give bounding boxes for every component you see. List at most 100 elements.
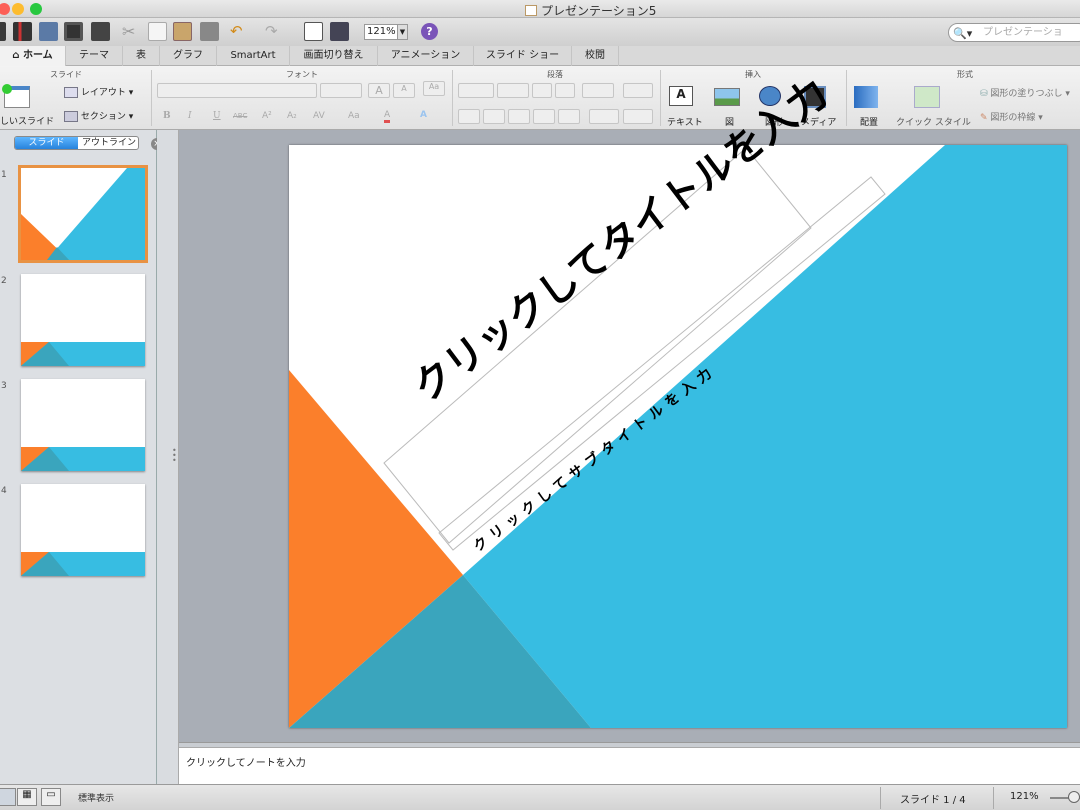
bullets-button[interactable] (458, 83, 494, 98)
tab-animations[interactable]: アニメーション (378, 46, 474, 66)
font-size-select[interactable] (320, 83, 362, 98)
text-box-icon: A (669, 86, 693, 106)
character-spacing-button[interactable]: AV (313, 111, 325, 121)
slide-background-shapes (289, 145, 1067, 728)
pen-icon: ✎ (980, 113, 988, 123)
media-browser-icon[interactable] (330, 22, 349, 41)
slides-pane: スライド アウトライン 1 2 3 4 (0, 130, 157, 784)
tab-review[interactable]: 校閲 (572, 46, 619, 66)
paste-icon[interactable] (173, 22, 192, 41)
gallery-icon[interactable] (13, 22, 32, 41)
format-painter-icon[interactable] (200, 22, 219, 41)
tab-table[interactable]: 表 (123, 46, 160, 66)
line-spacing-button[interactable] (582, 83, 614, 98)
clear-format-button[interactable]: Aa (423, 81, 445, 96)
justify-button[interactable] (533, 109, 555, 124)
decrease-indent-button[interactable] (532, 83, 552, 98)
cut-icon[interactable]: ✂ (122, 22, 141, 41)
increase-indent-button[interactable] (555, 83, 575, 98)
picture-icon (714, 88, 740, 106)
pane-tabs: スライド アウトライン (14, 136, 139, 150)
outline-label: 図形の枠線 (990, 113, 1036, 123)
layout-label: レイアウト (80, 88, 126, 98)
align-center-button[interactable] (483, 109, 505, 124)
tab-chart[interactable]: グラフ (160, 46, 217, 66)
tab-slideshow[interactable]: スライド ショー (474, 46, 572, 66)
copy-icon[interactable] (148, 22, 167, 41)
slide-editor[interactable] (289, 145, 1067, 728)
superscript-button[interactable]: A² (262, 111, 272, 121)
help-icon[interactable]: ? (421, 23, 438, 40)
minimize-window-button[interactable] (12, 3, 24, 15)
tab-outline[interactable]: アウトライン (78, 137, 138, 149)
new-document-icon[interactable] (0, 22, 6, 41)
insert-text-button[interactable]: A テキスト (667, 84, 707, 128)
quick-style-button[interactable]: クイック スタイル (896, 84, 974, 128)
subscript-button[interactable]: A₂ (287, 111, 297, 121)
font-name-select[interactable] (157, 83, 317, 98)
align-left-button[interactable] (458, 109, 480, 124)
print-icon[interactable] (91, 22, 110, 41)
thumbnail-graphic (21, 342, 145, 366)
section-icon (64, 111, 78, 122)
thumbnail-graphic (21, 447, 145, 471)
slide-sorter-view-button[interactable]: ▦ (17, 788, 37, 806)
undo-icon[interactable]: ↶ (230, 22, 249, 41)
ribbon: スライド フォント 段落 挿入 形式 しいスライド レイアウト ▾ セクション … (0, 66, 1080, 130)
layout-button[interactable]: レイアウト ▾ (64, 85, 133, 98)
underline-button[interactable]: U (213, 111, 221, 121)
tab-slides[interactable]: スライド (15, 137, 78, 149)
align-text-button[interactable] (623, 109, 653, 124)
slide-thumbnail[interactable] (21, 379, 145, 471)
toolbox-icon[interactable] (304, 22, 323, 41)
shrink-font-button[interactable]: A (393, 83, 415, 98)
align-right-button[interactable] (508, 109, 530, 124)
distribute-button[interactable] (558, 109, 580, 124)
zoom-slider-thumb[interactable] (1068, 791, 1080, 803)
tab-home[interactable]: ⌂ ホーム (0, 46, 66, 66)
redo-icon[interactable]: ↷ (265, 22, 284, 41)
search-input[interactable]: 🔍▾ プレゼンテーショ (948, 23, 1080, 42)
save-icon[interactable] (64, 22, 83, 41)
close-window-button[interactable] (0, 3, 10, 15)
slide-thumbnail[interactable] (18, 165, 148, 263)
bold-button[interactable]: B (163, 111, 171, 121)
drag-handle-icon: • • • (172, 446, 177, 465)
columns-button[interactable] (623, 83, 653, 98)
section-button[interactable]: セクション ▾ (64, 109, 133, 122)
text-effects-button[interactable]: A (420, 110, 427, 120)
change-case-button[interactable]: Aa (348, 111, 360, 121)
quick-style-label: クイック スタイル (896, 118, 971, 128)
arrange-button[interactable]: 配置 (852, 84, 892, 128)
zoom-select[interactable]: 121% ▼ (364, 24, 408, 40)
new-slide-label: しいスライド (0, 117, 55, 127)
slide-thumbnail[interactable] (21, 274, 145, 366)
slide-number: 2 (1, 276, 7, 286)
grow-font-button[interactable]: A (368, 83, 390, 98)
text-direction-button[interactable] (589, 109, 619, 124)
tab-transitions[interactable]: 画面切り替え (290, 46, 378, 66)
window-title-text: プレゼンテーション5 (541, 4, 657, 18)
zoom-value: 121% (367, 26, 396, 37)
font-color-button[interactable]: A (384, 110, 391, 123)
slide-thumbnail[interactable] (21, 484, 145, 576)
fill-label: 図形の塗りつぶし (990, 89, 1063, 99)
group-slides-label: スライド (50, 70, 82, 79)
shape-outline-button[interactable]: ✎ 図形の枠線 ▾ (980, 110, 1043, 123)
tab-theme[interactable]: テーマ (66, 46, 123, 66)
numbering-button[interactable] (497, 83, 529, 98)
slideshow-view-button[interactable]: ▭ (41, 788, 61, 806)
zoom-window-button[interactable] (30, 3, 42, 15)
divider (452, 70, 453, 126)
new-slide-button[interactable]: しいスライド (0, 84, 55, 128)
strikethrough-button[interactable]: ABC (233, 112, 247, 120)
tab-smartart[interactable]: SmartArt (217, 46, 290, 66)
pane-splitter[interactable]: • • • (157, 130, 179, 784)
window-title: プレゼンテーション5 (525, 2, 656, 19)
open-icon[interactable] (39, 22, 58, 41)
shape-fill-button[interactable]: ⛁ 図形の塗りつぶし ▾ (980, 86, 1070, 99)
italic-button[interactable]: I (188, 111, 192, 121)
home-icon: ⌂ (12, 50, 23, 61)
notes-pane[interactable]: クリックしてノートを入力 (179, 747, 1080, 784)
normal-view-button[interactable] (0, 788, 16, 806)
